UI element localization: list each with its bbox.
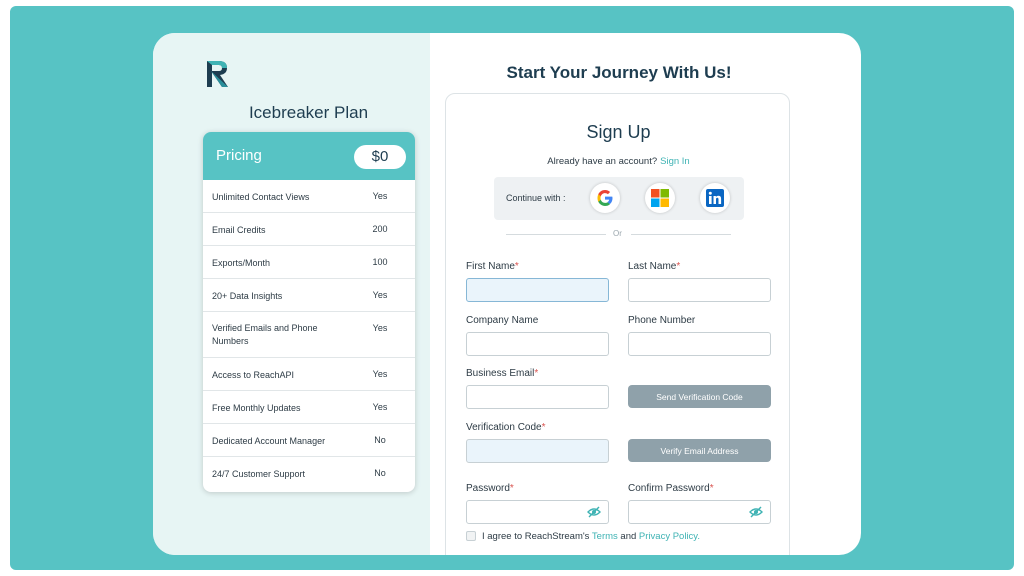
first-name-input[interactable] bbox=[466, 278, 609, 302]
feature-name: Verified Emails and Phone Numbers bbox=[212, 323, 318, 346]
price-badge: $0 bbox=[354, 145, 406, 169]
google-icon[interactable] bbox=[590, 183, 620, 213]
pricing-table: Pricing $0 Unlimited Contact Views Yes E… bbox=[203, 132, 415, 492]
continue-with-label: Continue with : bbox=[506, 193, 566, 203]
feature-value: No bbox=[374, 468, 386, 478]
social-login-box: Continue with : bbox=[494, 177, 744, 220]
feature-value: 100 bbox=[372, 257, 388, 267]
feature-name: Exports/Month bbox=[212, 258, 271, 268]
password-label: Password* bbox=[466, 483, 514, 494]
feature-value: Yes bbox=[372, 323, 388, 333]
phone-number-label: Phone Number bbox=[628, 315, 696, 326]
feature-name: 20+ Data Insights bbox=[212, 291, 283, 301]
pricing-row: Free Monthly Updates Yes bbox=[203, 391, 415, 424]
verification-code-label: Verification Code* bbox=[466, 422, 546, 433]
feature-name: 24/7 Customer Support bbox=[212, 469, 306, 479]
company-name-label: Company Name bbox=[466, 315, 539, 326]
terms-link[interactable]: Terms bbox=[592, 531, 618, 542]
linkedin-icon[interactable] bbox=[700, 183, 730, 213]
pricing-label: Pricing bbox=[216, 147, 262, 164]
privacy-policy-link[interactable]: Privacy Policy. bbox=[639, 531, 700, 542]
divider-line bbox=[506, 234, 606, 235]
have-account-label: Already have an account? bbox=[547, 156, 658, 167]
plan-title: Icebreaker Plan bbox=[248, 103, 369, 122]
background-frame: Icebreaker Plan Pricing $0 Unlimited Con… bbox=[10, 6, 1014, 570]
pricing-row: Exports/Month 100 bbox=[203, 246, 415, 279]
signup-form: Sign Up Already have an account? Sign In … bbox=[445, 93, 790, 555]
feature-value: Yes bbox=[372, 369, 388, 379]
feature-name: Free Monthly Updates bbox=[212, 403, 301, 413]
divider-line bbox=[631, 234, 731, 235]
feature-value: Yes bbox=[372, 402, 388, 412]
or-text: Or bbox=[613, 229, 622, 238]
send-verification-code-button[interactable]: Send Verification Code bbox=[628, 385, 771, 408]
feature-name: Dedicated Account Manager bbox=[212, 436, 326, 446]
feature-value: 200 bbox=[372, 224, 388, 234]
pricing-row: Verified Emails and Phone Numbers Yes bbox=[203, 312, 415, 358]
agree-text: I agree to ReachStream's Terms and Priva… bbox=[482, 531, 700, 542]
feature-value: No bbox=[374, 435, 386, 445]
confirm-password-label: Confirm Password* bbox=[628, 483, 714, 494]
hide-confirm-password-icon[interactable] bbox=[749, 505, 763, 519]
sign-in-link[interactable]: Sign In bbox=[660, 156, 690, 167]
agree-checkbox[interactable] bbox=[466, 531, 476, 541]
pricing-row: Access to ReachAPI Yes bbox=[203, 358, 415, 391]
feature-value: Yes bbox=[372, 191, 388, 201]
feature-name: Email Credits bbox=[212, 225, 266, 235]
phone-number-input[interactable] bbox=[628, 332, 771, 356]
pricing-row: Unlimited Contact Views Yes bbox=[203, 180, 415, 213]
microsoft-icon[interactable] bbox=[645, 183, 675, 213]
feature-name: Access to ReachAPI bbox=[212, 370, 295, 380]
pricing-row: 24/7 Customer Support No bbox=[203, 457, 415, 490]
verification-code-input[interactable] bbox=[466, 439, 609, 463]
business-email-label: Business Email* bbox=[466, 368, 539, 379]
verify-email-button[interactable]: Verify Email Address bbox=[628, 439, 771, 462]
signup-card: Icebreaker Plan Pricing $0 Unlimited Con… bbox=[153, 33, 861, 555]
hide-password-icon[interactable] bbox=[587, 505, 601, 519]
pricing-row: Dedicated Account Manager No bbox=[203, 424, 415, 457]
reachstream-logo-icon bbox=[207, 61, 228, 87]
pricing-header: Pricing $0 bbox=[203, 132, 415, 180]
feature-name: Unlimited Contact Views bbox=[212, 192, 310, 202]
feature-value: Yes bbox=[372, 290, 388, 300]
first-name-label: First Name* bbox=[466, 261, 519, 272]
page-title: Start Your Journey With Us! bbox=[506, 63, 732, 82]
pricing-row: 20+ Data Insights Yes bbox=[203, 279, 415, 312]
pricing-row: Email Credits 200 bbox=[203, 213, 415, 246]
last-name-input[interactable] bbox=[628, 278, 771, 302]
business-email-input[interactable] bbox=[466, 385, 609, 409]
form-title: Sign Up bbox=[586, 122, 651, 142]
have-account-text: Already have an account? Sign In bbox=[446, 156, 791, 167]
last-name-label: Last Name* bbox=[628, 261, 681, 272]
company-name-input[interactable] bbox=[466, 332, 609, 356]
or-divider: Or bbox=[506, 229, 731, 239]
